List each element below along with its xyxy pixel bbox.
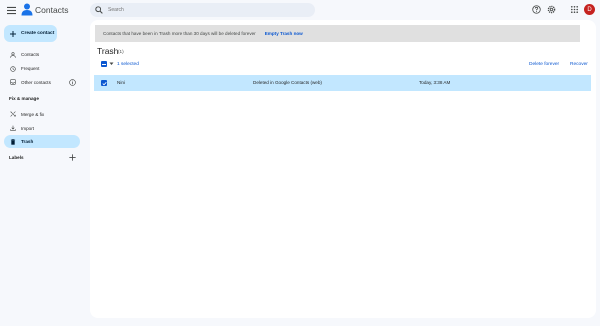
select-all-checkbox[interactable] <box>101 61 107 67</box>
page-title: Trash <box>97 46 119 56</box>
sidebar-item-label: Contacts <box>21 52 40 57</box>
sidebar-item-label: Other contacts <box>21 79 51 85</box>
sidebar-item-frequent[interactable]: Frequent <box>4 62 80 75</box>
menu-icon[interactable] <box>5 4 17 16</box>
search-icon[interactable] <box>95 6 103 14</box>
sidebar-item-import[interactable]: Import <box>4 122 80 135</box>
info-icon[interactable] <box>69 79 76 86</box>
contact-name: Nini <box>117 80 125 85</box>
checkmark-icon <box>101 81 107 85</box>
top-bar: Contacts D <box>0 0 600 20</box>
row-checkbox[interactable] <box>101 80 107 86</box>
contacts-logo-icon <box>21 3 33 16</box>
apps-grid-icon[interactable] <box>570 5 579 14</box>
sidebar-item-merge-fix[interactable]: Merge & fix <box>4 108 80 121</box>
deletion-time: Today, 3:38 AM <box>419 80 451 85</box>
banner-message: Contacts that have been in Trash more th… <box>103 31 256 36</box>
labels-heading: Labels <box>9 155 24 160</box>
table-row[interactable]: Nini Deleted in Google Contacts (web) To… <box>94 75 591 91</box>
sidebar-item-trash[interactable]: Trash <box>4 135 80 148</box>
fix-manage-heading: Fix & manage <box>9 95 39 101</box>
empty-trash-button[interactable]: Empty Trash now <box>265 31 303 36</box>
merge-icon <box>10 111 16 117</box>
sidebar-item-label: Import <box>21 125 35 131</box>
sidebar-item-label: Trash <box>21 139 34 144</box>
person-icon <box>10 51 16 58</box>
search-box[interactable] <box>90 3 315 17</box>
add-label-icon[interactable] <box>69 154 76 161</box>
main-panel: Contacts that have been in Trash more th… <box>90 20 596 318</box>
app-name: Contacts <box>35 5 69 15</box>
history-icon <box>10 65 16 72</box>
trash-banner: Contacts that have been in Trash more th… <box>95 25 580 42</box>
create-contact-label: Create contact <box>21 31 55 36</box>
selection-count: 1 selected <box>117 61 139 67</box>
plus-icon <box>10 30 16 37</box>
search-input[interactable] <box>108 5 298 15</box>
recover-button[interactable]: Recover <box>570 62 588 67</box>
deletion-source: Deleted in Google Contacts (web) <box>253 80 322 85</box>
inbox-icon <box>10 79 16 85</box>
sidebar-item-label: Frequent <box>21 66 40 71</box>
delete-forever-button[interactable]: Delete forever <box>529 62 559 67</box>
help-icon[interactable] <box>532 5 541 14</box>
trash-icon <box>10 138 16 145</box>
chevron-down-icon[interactable] <box>109 62 114 66</box>
create-contact-button[interactable]: Create contact <box>4 25 57 42</box>
trash-count: (1) <box>118 49 124 54</box>
sidebar-item-contacts[interactable]: Contacts <box>4 48 80 61</box>
import-icon <box>10 125 16 131</box>
settings-icon[interactable] <box>547 5 556 14</box>
avatar[interactable]: D <box>584 4 595 15</box>
sidebar-item-label: Merge & fix <box>21 111 45 117</box>
